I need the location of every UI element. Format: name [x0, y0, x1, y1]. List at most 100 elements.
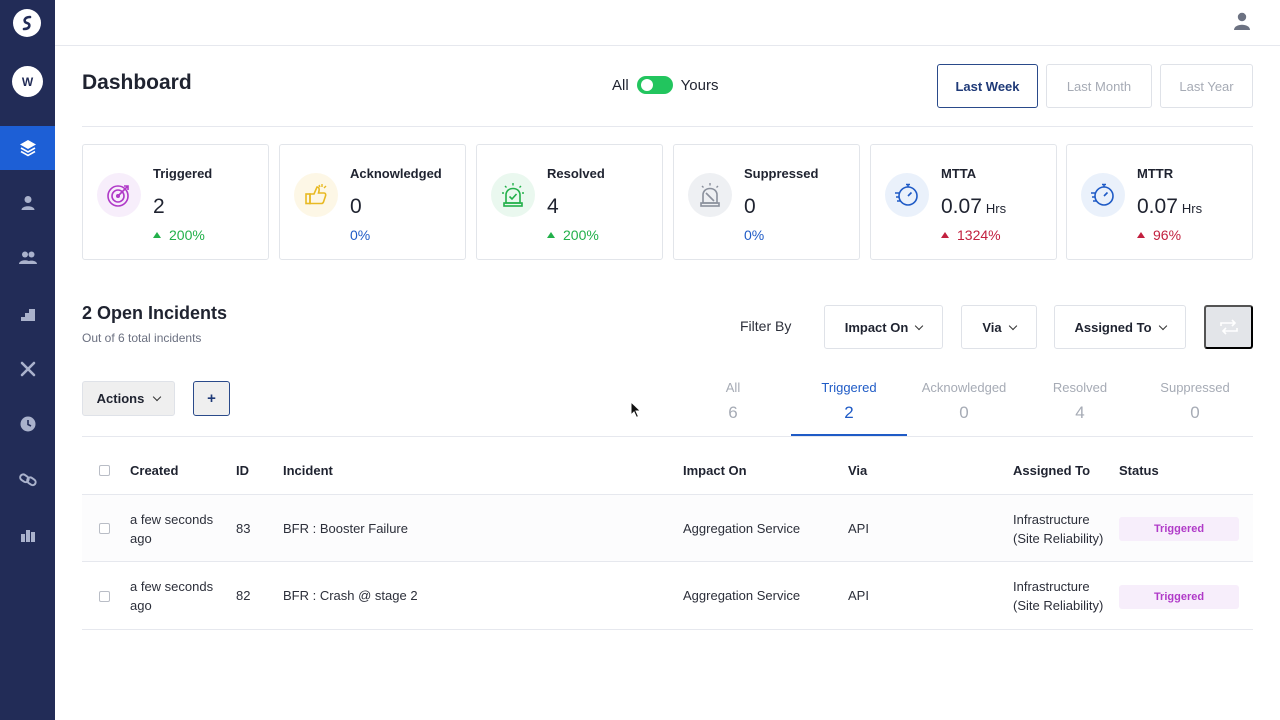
toggle-label-all: All — [612, 76, 629, 94]
tabs-divider — [82, 436, 1253, 437]
column-header-created[interactable]: Created — [130, 463, 178, 478]
stat-change: 200% — [153, 227, 205, 243]
stat-change: 0% — [744, 227, 765, 243]
row-checkbox[interactable] — [99, 591, 110, 602]
sidebar-item-schedules[interactable] — [0, 402, 55, 446]
status-badge: Triggered — [1119, 517, 1239, 541]
stat-card-mtta[interactable]: MTTA 0.07 Hrs 1324% — [870, 144, 1057, 260]
sidebar-item-integrations[interactable] — [0, 347, 55, 391]
sidebar-item-teams[interactable] — [0, 236, 55, 280]
chevron-down-icon — [915, 321, 924, 330]
stat-label: Acknowledged — [350, 166, 442, 181]
app-logo[interactable] — [13, 9, 41, 37]
team-icon — [18, 251, 37, 264]
last-week-button[interactable]: Last Week — [937, 64, 1038, 108]
trend-up-icon — [547, 232, 555, 238]
sidebar-item-analytics[interactable] — [0, 513, 55, 557]
logo-icon — [22, 15, 32, 31]
stat-icon-wrap — [491, 173, 535, 217]
stat-change: 200% — [547, 227, 599, 243]
assigned-to-filter[interactable]: Assigned To — [1054, 305, 1186, 349]
stat-card-suppressed[interactable]: Suppressed 0 0% — [673, 144, 860, 260]
link-icon — [18, 473, 37, 487]
stat-icon-wrap — [1081, 173, 1125, 217]
trend-up-icon — [1137, 232, 1145, 238]
impact-cell: Aggregation Service — [683, 521, 801, 536]
column-header-status[interactable]: Status — [1119, 463, 1159, 478]
last-month-button[interactable]: Last Month — [1046, 64, 1152, 108]
thumbs-up-icon — [305, 184, 327, 205]
stat-value: 0 — [350, 195, 362, 218]
created-cell: a few seconds ago — [130, 579, 214, 613]
tab-acknowledged[interactable]: Acknowledged 0 — [906, 378, 1022, 436]
layers-icon — [19, 140, 36, 157]
toggle-knob — [640, 79, 653, 91]
stat-icon-wrap — [294, 173, 338, 217]
sidebar-item-dashboard[interactable] — [0, 126, 55, 170]
tab-all[interactable]: All 6 — [675, 378, 791, 436]
assigned-cell: Infrastructure (Site Reliability) — [1013, 512, 1104, 546]
filter-label: Filter By — [740, 318, 792, 334]
impact-cell: Aggregation Service — [683, 588, 801, 603]
tab-suppressed[interactable]: Suppressed 0 — [1137, 378, 1253, 436]
tab-triggered[interactable]: Triggered 2 — [791, 378, 907, 436]
incident-cell[interactable]: BFR : Booster Failure — [283, 519, 408, 538]
clock-icon — [20, 416, 35, 432]
user-menu-icon[interactable] — [1232, 11, 1252, 31]
column-header-assigned-to[interactable]: Assigned To — [1013, 463, 1090, 478]
header-divider — [82, 126, 1253, 127]
sidebar-item-services[interactable] — [0, 457, 55, 501]
row-checkbox[interactable] — [99, 523, 110, 534]
stat-value: 0 — [744, 195, 756, 218]
impact-on-filter[interactable]: Impact On — [824, 305, 943, 349]
open-incidents-subtitle: Out of 6 total incidents — [82, 331, 202, 345]
user-icon — [21, 196, 34, 210]
column-header-impact-on[interactable]: Impact On — [683, 463, 747, 478]
stat-card-resolved[interactable]: Resolved 4 200% — [476, 144, 663, 260]
chevron-down-icon — [1158, 321, 1167, 330]
stat-label: Triggered — [153, 166, 213, 181]
sidebar: W — [0, 0, 55, 720]
select-all-checkbox[interactable] — [99, 465, 110, 476]
add-incident-button[interactable]: + — [193, 381, 230, 416]
column-header-id[interactable]: ID — [236, 463, 249, 478]
chevron-down-icon — [1008, 321, 1017, 330]
incident-cell[interactable]: BFR : Crash @ stage 2 — [283, 586, 418, 605]
tab-resolved[interactable]: Resolved 4 — [1022, 378, 1138, 436]
column-header-incident[interactable]: Incident — [283, 463, 333, 478]
via-filter[interactable]: Via — [961, 305, 1037, 349]
stat-card-acknowledged[interactable]: Acknowledged 0 0% — [279, 144, 466, 260]
stat-card-mttr[interactable]: MTTR 0.07 Hrs 96% — [1066, 144, 1253, 260]
refresh-button[interactable] — [1204, 305, 1253, 349]
stat-card-triggered[interactable]: Triggered 2 200% — [82, 144, 269, 260]
top-bar — [55, 0, 1280, 46]
actions-dropdown[interactable]: Actions — [82, 381, 175, 416]
stat-change: 0% — [350, 227, 371, 243]
chart-icon — [20, 530, 35, 542]
stopwatch-icon — [1091, 183, 1114, 206]
via-cell: API — [848, 521, 869, 536]
scope-toggle-group: All Yours — [612, 76, 718, 94]
stat-change: 1324% — [941, 227, 1001, 243]
sidebar-item-users[interactable] — [0, 181, 55, 225]
id-cell: 83 — [236, 521, 251, 536]
toggle-label-yours: Yours — [680, 76, 719, 94]
stat-value: 0.07 Hrs — [1137, 195, 1203, 218]
workspace-avatar[interactable]: W — [12, 66, 43, 97]
stat-icon-wrap — [97, 173, 141, 217]
alarm-check-icon — [502, 183, 524, 207]
stat-icon-wrap — [688, 173, 732, 217]
table-row[interactable]: a few seconds ago 82 BFR : Crash @ stage … — [82, 563, 1253, 630]
scope-toggle[interactable] — [636, 76, 673, 94]
stat-icon-wrap — [885, 173, 929, 217]
table-row[interactable]: a few seconds ago 83 BFR : Booster Failur… — [82, 495, 1253, 562]
tools-icon — [20, 361, 35, 377]
stopwatch-icon — [895, 183, 918, 206]
column-header-via[interactable]: Via — [848, 463, 867, 478]
sidebar-item-escalations[interactable] — [0, 292, 55, 336]
refresh-icon — [1219, 319, 1238, 335]
stat-label: Resolved — [547, 166, 605, 181]
trend-up-icon — [153, 232, 161, 238]
stat-change: 96% — [1137, 227, 1181, 243]
last-year-button[interactable]: Last Year — [1160, 64, 1253, 108]
